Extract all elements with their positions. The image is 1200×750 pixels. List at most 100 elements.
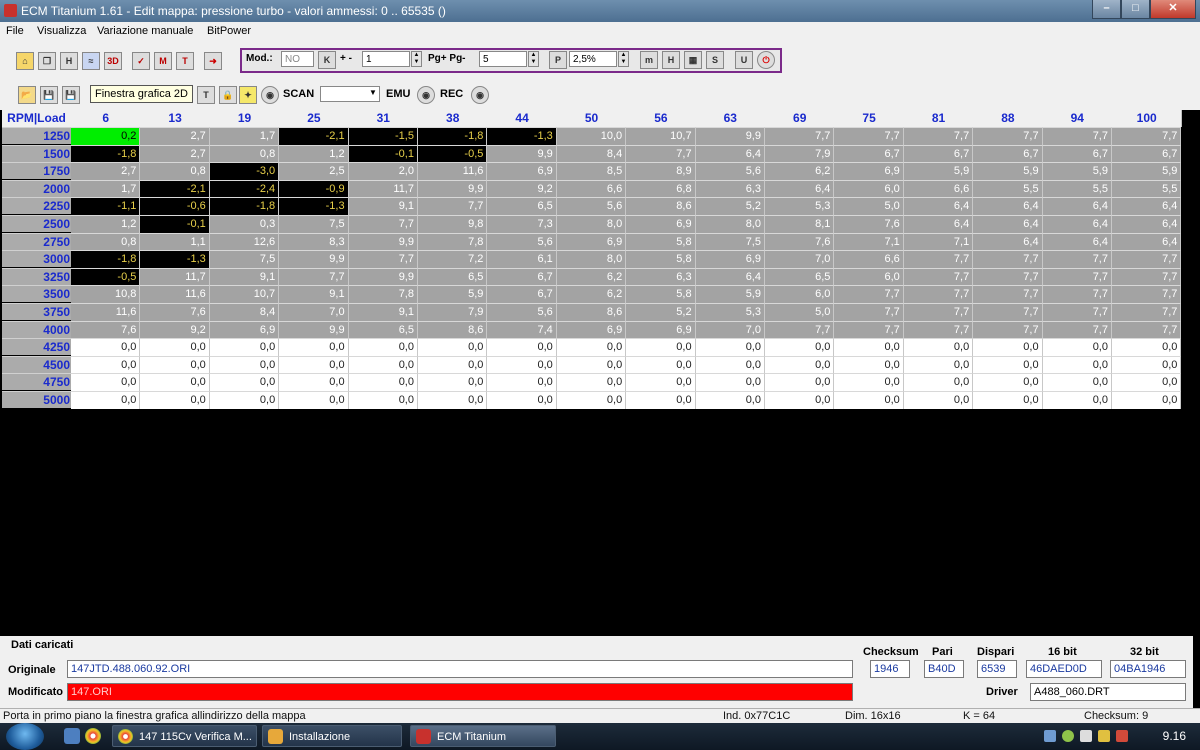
map-cell[interactable]: 6,7 [834,144,904,163]
percent-button[interactable]: P [549,51,567,69]
home-icon[interactable]: ⌂ [16,52,34,70]
map-cell[interactable]: 6,4 [1042,197,1112,215]
map-cell[interactable]: 0,0 [834,373,904,391]
map-cell[interactable]: 7,0 [765,250,835,268]
map-cell[interactable]: 0,0 [140,355,210,374]
map-cell[interactable]: 9,9 [348,232,418,251]
map-cell[interactable]: 8,0 [556,250,627,268]
tool-t-icon[interactable]: T [197,86,215,104]
table-icon[interactable]: T [176,52,194,70]
tool-m-icon[interactable]: m [640,51,658,69]
map-cell[interactable]: 0,0 [1112,338,1182,356]
map-cell[interactable]: 0,0 [209,338,280,356]
map-cell[interactable]: 0,0 [695,355,765,374]
map-cell[interactable]: -1,5 [348,127,418,145]
map-cell[interactable]: 0,0 [487,391,557,409]
map-cell[interactable]: 0,0 [1042,391,1112,409]
map-cell[interactable]: 6,4 [903,197,974,215]
map-cell[interactable]: 6,4 [1112,232,1182,251]
map-cell[interactable]: 6,9 [487,162,557,180]
map-cell[interactable]: 0,0 [209,373,280,391]
security-icon[interactable] [1062,730,1074,742]
chevron-down-icon[interactable]: ▼ [369,88,377,97]
map-cell[interactable]: 6,6 [903,179,974,198]
map-cell[interactable]: 6,4 [695,144,765,163]
map-cell[interactable]: 0,0 [1112,391,1182,409]
map-cell[interactable]: 0,0 [626,338,696,356]
map-cell[interactable]: 6,0 [765,285,835,303]
map-cell[interactable]: 7,7 [973,303,1043,321]
map-cell[interactable]: -1,3 [279,197,349,215]
map-cell[interactable]: 0,0 [487,338,557,356]
map-cell[interactable]: 0,0 [279,355,349,374]
map-cell[interactable]: 0,0 [71,391,141,409]
map-cell[interactable]: 11,7 [140,267,210,286]
map-cell[interactable]: 0,0 [71,373,141,391]
map-cell[interactable]: 5,2 [626,303,696,321]
hex-view-icon[interactable]: H [60,52,78,70]
map-cell[interactable]: 1,2 [71,215,141,233]
map-cell[interactable]: 6,9 [556,320,627,339]
map-icon[interactable]: M [154,52,172,70]
map-cell[interactable]: 2,5 [279,162,349,180]
map-cell[interactable]: 7,7 [1042,285,1112,303]
map-cell[interactable]: 7,7 [1042,267,1112,286]
map-cell[interactable]: 11,6 [140,285,210,303]
map-cell[interactable]: 6,9 [556,232,627,251]
step-input[interactable]: 1 [362,51,410,67]
map-cell[interactable]: 5,5 [1112,179,1182,198]
map-cell[interactable]: 5,0 [834,197,904,215]
map-cell[interactable]: 8,4 [209,303,280,321]
map-cell[interactable]: 1,1 [140,232,210,251]
map-cell[interactable]: 0,0 [973,355,1043,374]
map-cell[interactable]: 6,3 [626,267,696,286]
map-cell[interactable]: 0,0 [487,355,557,374]
taskbar-item-installazione[interactable]: Installazione [262,725,402,747]
map-cell[interactable]: 6,2 [556,285,627,303]
map-cell[interactable]: 5,3 [695,303,765,321]
map-cell[interactable]: 9,9 [279,250,349,268]
tool-grid-icon[interactable]: ▦ [684,51,702,69]
map-cell[interactable]: -0,1 [348,144,418,163]
map-cell[interactable]: 5,8 [626,250,696,268]
map-cell[interactable]: 2,0 [348,162,418,180]
map-cell[interactable]: 0,8 [71,232,141,251]
map-cell[interactable]: 7,7 [418,197,488,215]
dispari-field[interactable]: 6539 [977,660,1017,678]
map-cell[interactable]: 0,0 [279,338,349,356]
arrow-icon[interactable]: ➜ [204,52,222,70]
map-cell[interactable]: 0,0 [279,373,349,391]
map-cell[interactable]: 0,2 [71,127,141,145]
map-cell[interactable]: 0,8 [140,162,210,180]
map-cell[interactable]: 9,1 [348,303,418,321]
map-cell[interactable]: 0,0 [1112,355,1182,374]
map-cell[interactable]: 9,8 [418,215,488,233]
map-cell[interactable]: -2,1 [140,179,210,198]
mod-field[interactable]: NO [281,51,314,67]
map-cell[interactable]: 0,0 [71,338,141,356]
map-cell[interactable]: 7,7 [903,127,974,145]
map-cell[interactable]: 1,2 [279,144,349,163]
map-cell[interactable]: 7,5 [695,232,765,251]
map-cell[interactable]: 6,9 [209,320,280,339]
map-cell[interactable]: 6,4 [973,215,1043,233]
map-cell[interactable]: 0,0 [973,338,1043,356]
map-cell[interactable]: 0,8 [209,144,280,163]
map-cell[interactable]: 0,0 [556,338,627,356]
map-cell[interactable]: 7,1 [834,232,904,251]
map-cell[interactable]: 7,6 [71,320,141,339]
map-cell[interactable]: 9,9 [279,320,349,339]
map-cell[interactable]: 11,7 [348,179,418,198]
map-cell[interactable]: 9,9 [418,179,488,198]
map-cell[interactable]: 7,8 [418,232,488,251]
map-cell[interactable]: -3,0 [209,162,280,180]
map-cell[interactable]: 6,5 [418,267,488,286]
map-cell[interactable]: -1,3 [487,127,557,145]
map-cell[interactable]: 6,4 [903,215,974,233]
originale-field[interactable]: 147JTD.488.060.92.ORI [67,660,853,678]
rec-dot-icon[interactable]: ◉ [471,86,489,104]
map-cell[interactable]: 7,7 [834,285,904,303]
map-cell[interactable]: 7,7 [973,320,1043,339]
map-cell[interactable]: -1,1 [71,197,141,215]
k-button[interactable]: K [318,51,336,69]
